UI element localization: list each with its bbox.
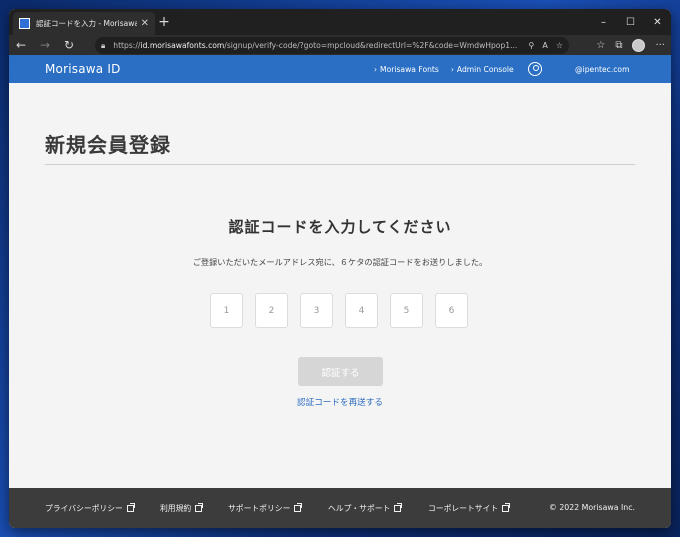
code-digit-input[interactable]: 4 (345, 293, 378, 328)
verify-button[interactable]: 認証する (298, 357, 383, 386)
code-digit-input[interactable]: 6 (435, 293, 468, 328)
key-icon[interactable]: ⚲ (528, 41, 534, 50)
forward-icon[interactable]: → (33, 38, 57, 52)
user-email[interactable]: @ipentec.com (575, 65, 629, 74)
footer-link-label: サポートポリシー (228, 504, 291, 513)
new-tab-button[interactable]: + (155, 14, 173, 30)
nav-admin-console[interactable]: › Admin Console (451, 65, 514, 74)
footer-link-terms[interactable]: 利用規約 (160, 503, 204, 514)
browser-tab[interactable]: 認証コードを入力 - Morisawa ID ✕ (13, 12, 155, 35)
url-field[interactable]: 🔒︎ https://id.morisawafonts.com/signup/v… (95, 37, 569, 54)
external-link-icon (126, 503, 135, 512)
nav-label: Admin Console (456, 64, 514, 74)
close-window-button[interactable]: ✕ (644, 9, 671, 35)
read-aloud-icon[interactable]: A (542, 41, 547, 50)
brand-logo[interactable]: Morisawa ID (45, 62, 121, 76)
site-header: Morisawa ID › Morisawa Fonts › Admin Conso… (9, 55, 671, 83)
external-link-icon (195, 503, 204, 512)
code-input-group: 1 2 3 4 5 6 (210, 293, 468, 328)
tab-title: 認証コードを入力 - Morisawa ID (36, 19, 137, 28)
footer-link-help[interactable]: ヘルプ・サポート (328, 503, 403, 514)
refresh-icon[interactable]: ↻ (57, 38, 81, 52)
external-link-icon (502, 503, 511, 512)
back-icon[interactable]: ← (9, 38, 33, 52)
footer-link-label: 利用規約 (160, 504, 192, 513)
footer-link-label: コーポレートサイト (428, 504, 499, 513)
collections-icon[interactable]: ⧉ (615, 40, 622, 51)
nav-label: Morisawa Fonts (380, 64, 439, 74)
chevron-right-icon: › (374, 64, 378, 74)
browser-window: 認証コードを入力 - Morisawa ID ✕ + – ☐ ✕ ← → ↻ 🔒… (9, 9, 671, 528)
toolbar-icons: ☆ ⧉ ··· (596, 35, 665, 55)
code-digit-input[interactable]: 1 (210, 293, 243, 328)
page-title: 新規会員登録 (45, 133, 171, 157)
header-nav: › Morisawa Fonts › Admin Console (374, 65, 514, 74)
copyright: © 2022 Morisawa Inc. (549, 503, 635, 512)
footer-link-privacy[interactable]: プライバシーポリシー (45, 503, 135, 514)
resend-code-link[interactable]: 認証コードを再送する (9, 396, 671, 408)
footer-link-corporate[interactable]: コーポレートサイト (428, 503, 511, 514)
more-menu-icon[interactable]: ··· (655, 40, 665, 51)
url-path: /signup/verify-code/?goto=mpcloud&redire… (224, 41, 518, 50)
favorite-add-icon[interactable]: ☆ (556, 41, 563, 50)
favicon-icon (19, 18, 30, 29)
tab-strip: 認証コードを入力 - Morisawa ID ✕ + – ☐ ✕ (9, 9, 671, 35)
code-digit-input[interactable]: 5 (390, 293, 423, 328)
verify-heading: 認証コードを入力してください (228, 218, 452, 236)
verify-description: ご登録いただいたメールアドレス宛に、６ケタの認証コードをお送りしました。 (192, 257, 488, 267)
maximize-button[interactable]: ☐ (617, 9, 644, 35)
external-link-icon (394, 503, 403, 512)
footer-link-label: ヘルプ・サポート (328, 504, 391, 513)
code-digit-input[interactable]: 3 (300, 293, 333, 328)
lock-icon[interactable]: 🔒︎ (101, 41, 105, 51)
footer-link-support-policy[interactable]: サポートポリシー (228, 503, 303, 514)
external-link-icon (294, 503, 303, 512)
chevron-right-icon: › (450, 64, 454, 74)
user-icon[interactable] (528, 62, 542, 76)
main-content: 新規会員登録 認証コードを入力してください ご登録いただいたメールアドレス宛に、… (9, 83, 671, 488)
nav-morisawa-fonts[interactable]: › Morisawa Fonts (374, 65, 439, 74)
code-digit-input[interactable]: 2 (255, 293, 288, 328)
favorites-icon[interactable]: ☆ (596, 40, 605, 51)
footer-link-label: プライバシーポリシー (45, 504, 123, 513)
profile-avatar[interactable] (632, 38, 646, 52)
minimize-button[interactable]: – (590, 9, 617, 35)
url-prefix: https:// (113, 41, 141, 50)
title-divider (45, 164, 635, 165)
window-controls: – ☐ ✕ (590, 9, 671, 35)
tab-close-button[interactable]: ✕ (141, 18, 149, 29)
url-actions: ⚲ A ☆ (528, 41, 563, 50)
url-text: https://id.morisawafonts.com/signup/veri… (113, 41, 524, 50)
address-bar-row: ← → ↻ 🔒︎ https://id.morisawafonts.com/si… (9, 35, 671, 55)
site-footer: プライバシーポリシー 利用規約 サポートポリシー ヘルプ・サポート コーポレート… (9, 488, 671, 528)
url-host: id.morisawafonts.com (140, 41, 225, 50)
